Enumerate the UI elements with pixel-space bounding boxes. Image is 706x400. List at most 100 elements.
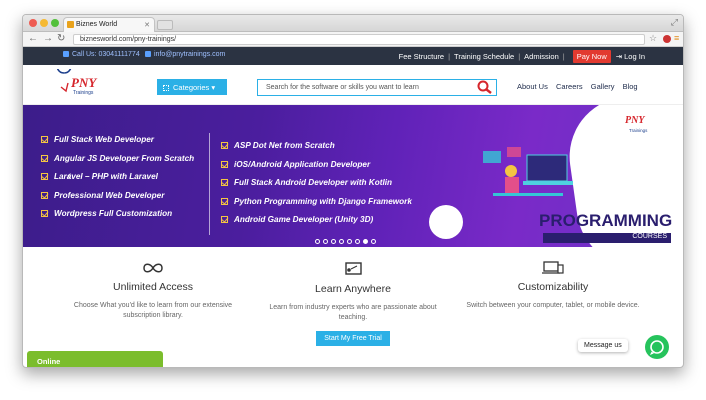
slide-dot[interactable] <box>331 239 336 244</box>
developer-illustration <box>483 147 573 196</box>
pay-now-button[interactable]: Pay Now <box>572 50 611 63</box>
infinity-icon <box>43 259 263 277</box>
check-icon <box>41 136 48 143</box>
categories-button[interactable]: Categories ▾ <box>157 79 227 95</box>
caret-down-icon: ▾ <box>211 83 216 92</box>
training-schedule-link[interactable]: Training Schedule <box>454 52 514 61</box>
site-logo[interactable]: PNY Trainings <box>56 58 101 101</box>
slide-dot[interactable] <box>323 239 328 244</box>
feature-learn-anywhere: Learn Anywhere Learn from industry exper… <box>243 261 463 346</box>
next-slide-icon[interactable]: › <box>623 167 628 183</box>
mail-icon <box>145 51 151 57</box>
course-item[interactable]: Angular JS Developer From Scratch <box>41 154 194 173</box>
check-icon <box>221 197 228 205</box>
fullscreen-icon[interactable]: ⤢ <box>671 17 678 28</box>
feature-title: Learn Anywhere <box>315 283 391 295</box>
logo-text: PNY <box>71 75 97 90</box>
main-nav: About Us Careers Gallery Blog <box>517 82 644 91</box>
bookmark-star-icon[interactable]: ☆ <box>649 33 657 44</box>
divider: | <box>518 52 521 61</box>
course-item[interactable]: Python Programming with Django Framework <box>221 197 412 216</box>
course-item[interactable]: Laravel – PHP with Laravel <box>41 172 194 191</box>
fee-structure-link[interactable]: Fee Structure <box>399 52 444 61</box>
course-item[interactable]: Full Stack Web Developer <box>41 135 194 154</box>
course-item[interactable]: Wordpress Full Customization <box>41 209 194 228</box>
login-link[interactable]: ⇥ Log In <box>616 52 645 61</box>
course-item[interactable]: Android Game Developer (Unity 3D) <box>221 215 412 234</box>
slide-dot[interactable] <box>347 239 352 244</box>
phone-info[interactable]: Call Us: 03041111774 <box>63 51 140 58</box>
course-item[interactable]: Full Stack Android Developer with Kotlin <box>221 178 412 197</box>
browser-menu-icon[interactable]: ≡ <box>674 33 679 43</box>
check-icon <box>221 179 228 186</box>
feature-unlimited-access: Unlimited Access Choose What you'd like … <box>43 259 263 321</box>
nav-gallery[interactable]: Gallery <box>591 82 615 91</box>
search-input[interactable]: Search for the software or skills you wa… <box>257 79 497 96</box>
feature-description: Learn from industry experts who are pass… <box>269 304 437 321</box>
course-label: ASP Dot Net from Scratch <box>234 141 335 150</box>
hero-slider: ‹ › Full Stack Web Developer Angular JS … <box>23 105 683 247</box>
favicon-icon <box>67 21 74 28</box>
nav-blog[interactable]: Blog <box>623 82 638 91</box>
url-input[interactable]: biznesworld.com/pny-trainings/ <box>73 34 645 45</box>
feature-description: Switch between your computer, tablet, or… <box>466 302 640 309</box>
back-icon[interactable]: ← <box>28 33 38 44</box>
forward-icon[interactable]: → <box>43 33 53 44</box>
decorative-circle <box>429 205 463 239</box>
top-info-bar: Call Us: 03041111774 info@pnytrainings.c… <box>23 47 683 65</box>
course-item[interactable]: Professional Web Developer <box>41 191 194 210</box>
close-tab-icon[interactable]: ✕ <box>144 21 150 29</box>
check-icon <box>221 216 228 223</box>
maximize-window-button[interactable] <box>51 19 59 27</box>
feature-customizability: Customizability Switch between your comp… <box>443 259 663 311</box>
message-us-bubble[interactable]: Message us <box>578 339 628 352</box>
admission-link[interactable]: Admission <box>524 52 559 61</box>
nav-careers[interactable]: Careers <box>556 82 583 91</box>
reload-icon[interactable]: ↻ <box>57 33 65 44</box>
close-window-button[interactable] <box>29 19 37 27</box>
course-item[interactable]: iOS/Android Application Developer <box>221 160 412 179</box>
tab-title: Biznes World <box>76 21 118 28</box>
check-icon <box>41 191 48 199</box>
course-label: Wordpress Full Customization <box>54 209 173 218</box>
divider: | <box>448 52 451 61</box>
check-icon <box>41 210 48 217</box>
hero-logo-text: PNY <box>625 115 645 126</box>
slide-indicators <box>315 239 376 244</box>
slide-dot[interactable] <box>315 239 320 244</box>
decorative-circle <box>597 127 613 143</box>
grid-icon <box>163 85 169 91</box>
browser-tab[interactable]: Biznes World ✕ <box>63 17 155 32</box>
course-label: Angular JS Developer From Scratch <box>54 153 195 163</box>
top-links: Fee Structure | Training Schedule | Admi… <box>399 50 645 63</box>
categories-label: Categories <box>173 83 210 92</box>
email-info[interactable]: info@pnytrainings.com <box>145 51 225 58</box>
slide-dot[interactable] <box>339 239 344 244</box>
course-item[interactable]: ASP Dot Net from Scratch <box>221 141 412 160</box>
online-chat-tab[interactable]: Online <box>27 351 163 367</box>
course-label: iOS/Android Application Developer <box>234 159 371 169</box>
search-icon[interactable] <box>477 80 493 94</box>
slide-dot[interactable] <box>363 239 368 244</box>
new-tab-button[interactable] <box>157 20 173 30</box>
nav-about-us[interactable]: About Us <box>517 82 548 91</box>
course-label: Android Game Developer (Unity 3D) <box>234 215 374 224</box>
course-label: Full Stack Web Developer <box>54 135 154 144</box>
browser-window: Biznes World ✕ ⤢ ← → ↻ biznesworld.com/p… <box>22 14 684 368</box>
whatsapp-button[interactable] <box>645 335 669 359</box>
devices-icon <box>443 259 663 277</box>
course-list-right: ASP Dot Net from Scratch iOS/Android App… <box>221 141 412 234</box>
extension-icon[interactable] <box>663 35 671 43</box>
phone-icon <box>63 51 69 57</box>
email-text: info@pnytrainings.com <box>154 51 226 58</box>
slide-dot[interactable] <box>355 239 360 244</box>
site-header: PNY Trainings Categories ▾ Search for th… <box>23 58 683 105</box>
slide-dot[interactable] <box>371 239 376 244</box>
start-free-trial-button[interactable]: Start My Free Trial <box>316 331 390 346</box>
minimize-window-button[interactable] <box>40 19 48 27</box>
feature-title: Unlimited Access <box>113 281 193 293</box>
login-icon: ⇥ <box>615 52 623 61</box>
whatsapp-icon <box>649 340 664 355</box>
banner-subtitle: COURSES <box>543 233 671 243</box>
login-label: Log In <box>624 52 645 61</box>
